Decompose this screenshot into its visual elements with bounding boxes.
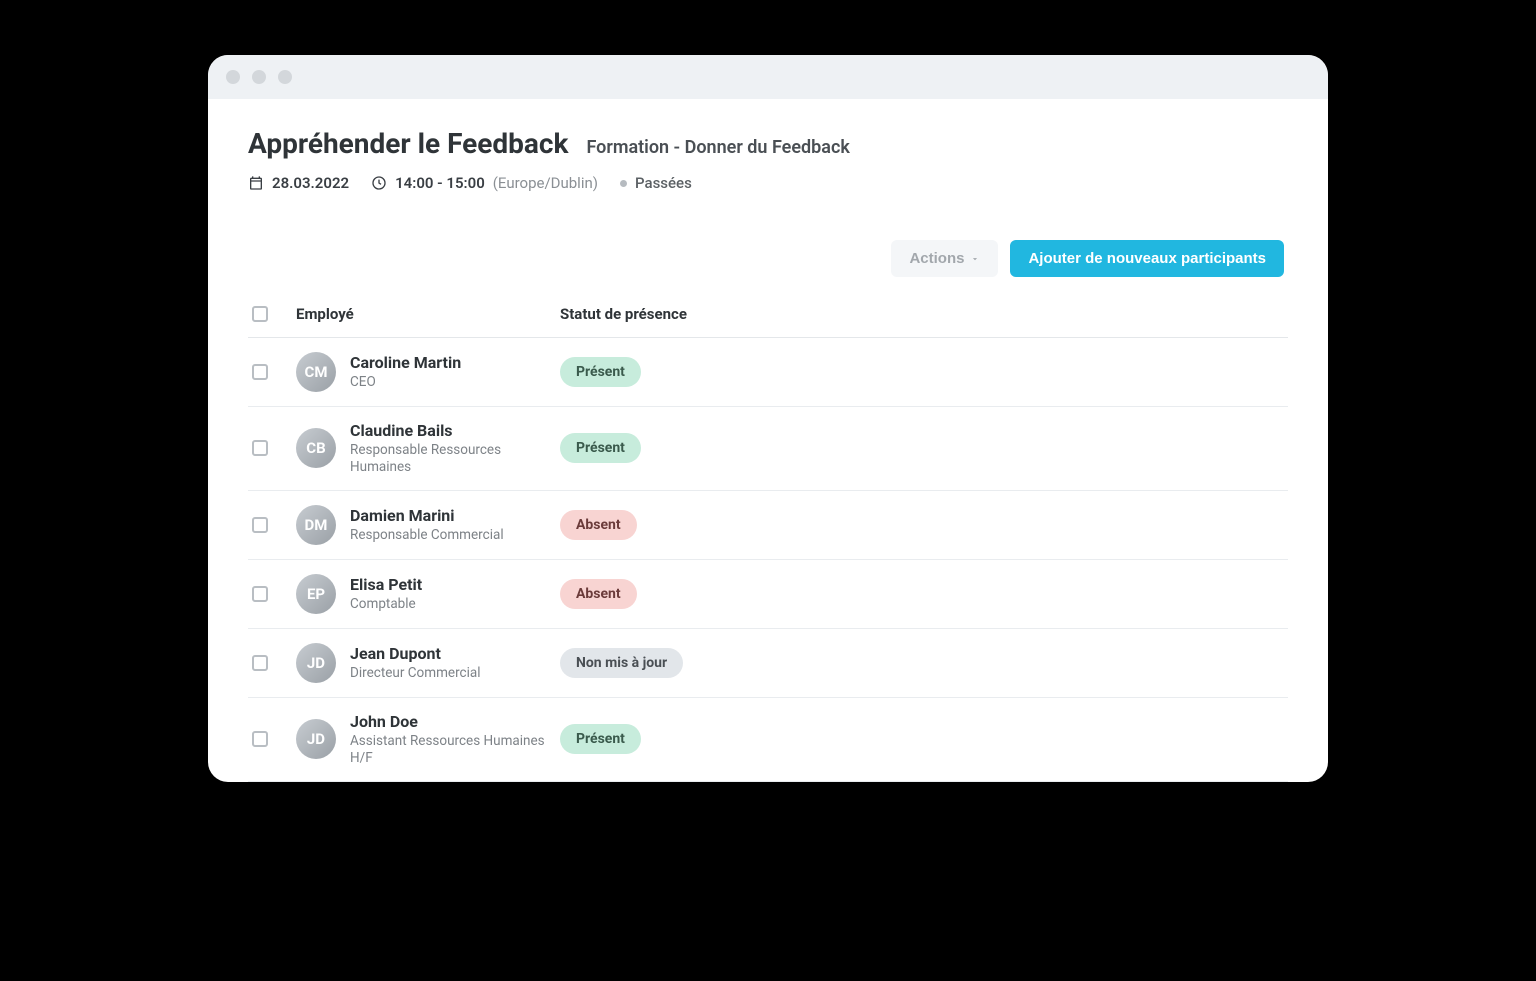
- select-all-checkbox[interactable]: [252, 306, 268, 322]
- table-row: CB Claudine Bails Responsable Ressources H…: [248, 407, 1288, 491]
- avatar: DM: [296, 505, 336, 545]
- add-participants-label: Ajouter de nouveaux participants: [1028, 250, 1266, 267]
- row-checkbox[interactable]: [252, 517, 268, 533]
- employee-name: Damien Marini: [350, 506, 504, 525]
- session-time-value: 14:00 - 15:00: [395, 174, 485, 192]
- session-date: 28.03.2022: [248, 174, 349, 192]
- row-checkbox[interactable]: [252, 440, 268, 456]
- employee-cell: CM Caroline Martin CEO: [296, 352, 560, 392]
- action-bar: Actions Ajouter de nouveaux participants: [248, 240, 1288, 277]
- row-checkbox[interactable]: [252, 364, 268, 380]
- session-date-value: 28.03.2022: [272, 174, 349, 192]
- employee-name: Claudine Bails: [350, 421, 550, 440]
- employee-role: CEO: [350, 374, 461, 391]
- avatar: EP: [296, 574, 336, 614]
- calendar-icon: [248, 175, 264, 191]
- session-time: 14:00 - 15:00 (Europe/Dublin): [371, 174, 598, 192]
- presence-badge: Absent: [560, 579, 637, 609]
- session-status: Passées: [620, 174, 692, 192]
- app-window: Appréhender le Feedback Formation - Donn…: [208, 55, 1328, 782]
- employee-cell: JD John Doe Assistant Ressources Humaines …: [296, 712, 560, 767]
- row-checkbox[interactable]: [252, 655, 268, 671]
- employee-cell: DM Damien Marini Responsable Commercial: [296, 505, 560, 545]
- employee-role: Responsable Ressources Humaines: [350, 442, 550, 476]
- table-body: CM Caroline Martin CEO Présent CB Claudine Ba…: [248, 338, 1288, 782]
- add-participants-button[interactable]: Ajouter de nouveaux participants: [1010, 240, 1284, 277]
- employee-role: Assistant Ressources Humaines H/F: [350, 733, 550, 767]
- column-presence: Statut de présence: [560, 305, 1284, 323]
- actions-label: Actions: [909, 250, 964, 267]
- actions-dropdown[interactable]: Actions: [891, 240, 998, 277]
- employee-cell: CB Claudine Bails Responsable Ressources H…: [296, 421, 560, 476]
- presence-badge: Présent: [560, 433, 641, 463]
- participants-table: Employé Statut de présence CM Caroline Ma…: [248, 291, 1288, 782]
- page-header: Appréhender le Feedback Formation - Donn…: [248, 127, 1288, 160]
- table-row: DM Damien Marini Responsable Commercial Abs…: [248, 491, 1288, 560]
- session-timezone: (Europe/Dublin): [493, 174, 598, 192]
- clock-icon: [371, 175, 387, 191]
- window-minimize-dot[interactable]: [252, 70, 266, 84]
- presence-badge: Présent: [560, 357, 641, 387]
- chevron-down-icon: [970, 254, 980, 264]
- employee-name: Caroline Martin: [350, 353, 461, 372]
- presence-badge: Présent: [560, 724, 641, 754]
- row-checkbox[interactable]: [252, 731, 268, 747]
- window-close-dot[interactable]: [226, 70, 240, 84]
- employee-role: Directeur Commercial: [350, 665, 481, 682]
- table-row: JD Jean Dupont Directeur Commercial Non mis…: [248, 629, 1288, 698]
- avatar: JD: [296, 643, 336, 683]
- avatar: CB: [296, 428, 336, 468]
- row-checkbox[interactable]: [252, 586, 268, 602]
- window-titlebar: [208, 55, 1328, 99]
- column-employee: Employé: [296, 305, 560, 323]
- session-meta: 28.03.2022 14:00 - 15:00 (Europe/Dublin)…: [248, 174, 1288, 192]
- employee-role: Responsable Commercial: [350, 527, 504, 544]
- employee-name: John Doe: [350, 712, 550, 731]
- employee-role: Comptable: [350, 596, 422, 613]
- presence-badge: Non mis à jour: [560, 648, 683, 678]
- employee-cell: JD Jean Dupont Directeur Commercial: [296, 643, 560, 683]
- session-status-value: Passées: [635, 174, 692, 192]
- table-row: CM Caroline Martin CEO Présent: [248, 338, 1288, 407]
- page-title: Appréhender le Feedback: [248, 127, 568, 160]
- avatar: CM: [296, 352, 336, 392]
- table-header: Employé Statut de présence: [248, 291, 1288, 338]
- page-content: Appréhender le Feedback Formation - Donn…: [208, 99, 1328, 782]
- window-maximize-dot[interactable]: [278, 70, 292, 84]
- table-row: EP Elisa Petit Comptable Absent: [248, 560, 1288, 629]
- avatar: JD: [296, 719, 336, 759]
- status-dot-icon: [620, 180, 627, 187]
- employee-cell: EP Elisa Petit Comptable: [296, 574, 560, 614]
- employee-name: Elisa Petit: [350, 575, 422, 594]
- page-subtitle: Formation - Donner du Feedback: [586, 137, 849, 158]
- employee-name: Jean Dupont: [350, 644, 481, 663]
- presence-badge: Absent: [560, 510, 637, 540]
- table-row: JD John Doe Assistant Ressources Humaines …: [248, 698, 1288, 782]
